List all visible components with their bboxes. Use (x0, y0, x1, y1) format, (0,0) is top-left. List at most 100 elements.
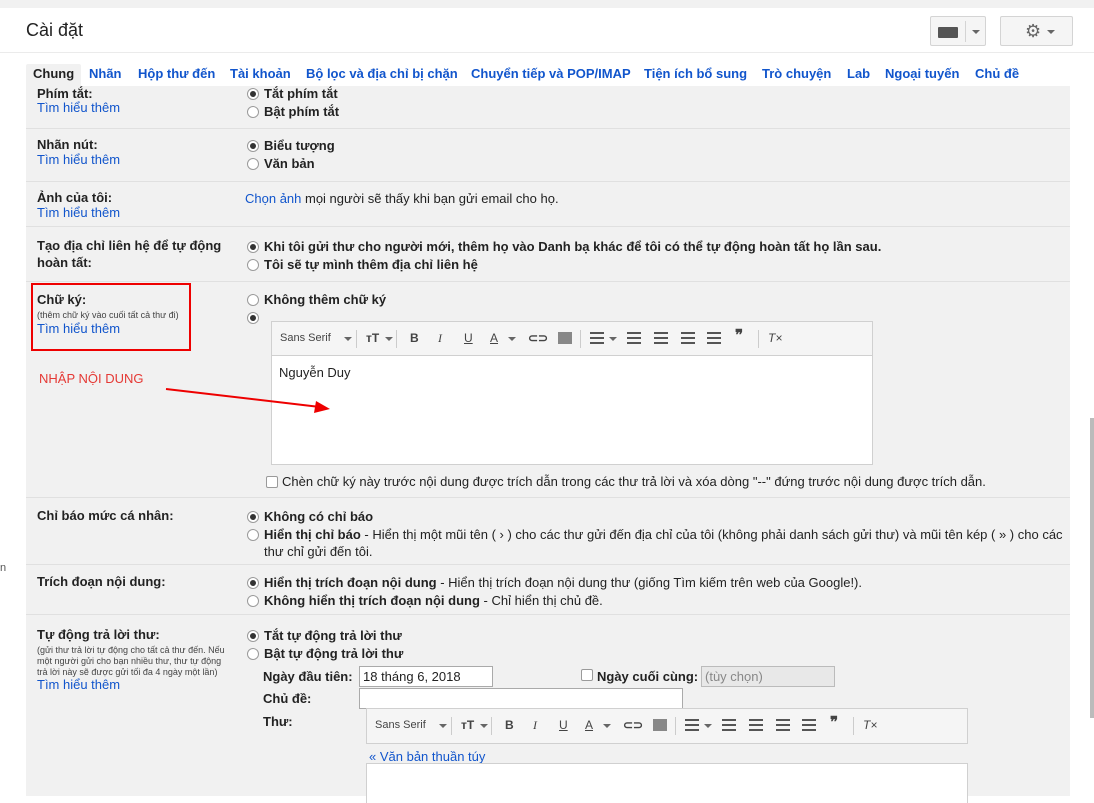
radio-vacation-on[interactable] (247, 648, 259, 660)
learn-more-link[interactable]: Tìm hiểu thêm (37, 152, 120, 167)
bulleted-list-icon[interactable] (654, 332, 668, 344)
show-indicators-description-2: thư chỉ gửi đến tôi. (264, 544, 373, 559)
choose-picture-link[interactable]: Chọn ảnh (245, 191, 301, 206)
last-day-input[interactable]: (tùy chọn) (701, 666, 835, 687)
hide-snippets-description: - Chỉ hiển thị chủ đề. (479, 593, 603, 608)
radio-hide-snippets[interactable] (247, 595, 259, 607)
text-color-icon[interactable]: A (585, 717, 593, 733)
autocontacts-off-label: Tôi sẽ tự mình thêm địa chỉ liên hệ (264, 257, 478, 272)
vacation-note-1: (gửi thư trả lời tự động cho tất cả thư … (37, 645, 225, 655)
gear-icon: ⚙ (1025, 21, 1042, 41)
my-picture-label: Ảnh của tôi: (37, 190, 113, 205)
vacation-label: Tự động trả lời thư: (37, 627, 160, 642)
learn-more-link[interactable]: Tìm hiểu thêm (37, 205, 120, 220)
shortcuts-label: Phím tắt: (37, 86, 93, 101)
font-select[interactable]: Sans Serif (375, 717, 426, 733)
tab-filters[interactable]: Bộ lọc và địa chỉ bị chặn (306, 64, 458, 86)
indent-less-icon[interactable] (776, 719, 790, 731)
font-select[interactable]: Sans Serif (280, 330, 331, 346)
bold-icon[interactable]: B (410, 330, 419, 346)
tab-offline[interactable]: Ngoại tuyến (885, 64, 959, 86)
no-signature-label: Không thêm chữ ký (264, 292, 387, 307)
vacation-message-editor[interactable] (366, 763, 968, 803)
font-size-icon[interactable]: тT (461, 717, 474, 733)
settings-panel: Phím tắt: Tìm hiểu thêm Tắt phím tắt Bật… (26, 86, 1070, 803)
radio-signature[interactable] (247, 312, 259, 324)
tab-themes[interactable]: Chủ đề (975, 64, 1019, 86)
radio-no-indicators[interactable] (247, 511, 259, 523)
quote-icon[interactable]: ❞ (735, 328, 743, 344)
last-day-label: Ngày cuối cùng: (597, 669, 699, 684)
chevron-down-icon (972, 30, 980, 34)
tab-forwarding[interactable]: Chuyển tiếp và POP/IMAP (471, 64, 631, 86)
radio-icons[interactable] (247, 140, 259, 152)
tab-general[interactable]: Chung (26, 64, 82, 86)
tab-labs[interactable]: Lab (847, 64, 870, 86)
indent-more-icon[interactable] (802, 719, 816, 731)
link-icon[interactable]: ⊂⊃ (528, 330, 548, 346)
underline-icon[interactable]: U (464, 330, 473, 346)
keyboard-icon (938, 27, 958, 38)
chevron-down-icon (609, 337, 617, 341)
message-label: Thư: (263, 714, 293, 729)
italic-icon[interactable]: I (438, 330, 442, 346)
vacation-on-label: Bật tự động trả lời thư (264, 646, 404, 661)
image-icon[interactable] (558, 332, 572, 344)
chevron-down-icon (704, 724, 712, 728)
tab-chat[interactable]: Trò chuyện (762, 64, 831, 86)
learn-more-link[interactable]: Tìm hiểu thêm (37, 677, 120, 692)
numbered-list-icon[interactable] (627, 332, 641, 344)
italic-icon[interactable]: I (533, 717, 537, 733)
align-icon[interactable] (590, 332, 604, 344)
chevron-down-icon (385, 337, 393, 341)
quote-icon[interactable]: ❞ (830, 715, 838, 731)
signature-content: Nguyễn Duy (279, 365, 351, 380)
underline-icon[interactable]: U (559, 717, 568, 733)
tab-addons[interactable]: Tiện ích bổ sung (644, 64, 747, 86)
signature-editor[interactable]: Sans Serif тT B I U A ⊂⊃ ❞ T× Nguyễn Duy (271, 321, 873, 465)
text-color-icon[interactable]: A (490, 330, 498, 346)
left-edge-text: n (0, 562, 7, 574)
radio-text[interactable] (247, 158, 259, 170)
link-icon[interactable]: ⊂⊃ (623, 717, 643, 733)
scrollbar[interactable] (1090, 418, 1094, 718)
radio-no-signature[interactable] (247, 294, 259, 306)
remove-formatting-icon[interactable]: T× (863, 717, 877, 733)
align-icon[interactable] (685, 719, 699, 731)
signature-before-quote-checkbox[interactable] (266, 476, 278, 488)
radio-autocontacts-on[interactable] (247, 241, 259, 253)
row-autocontacts: Tạo địa chỉ liên hệ để tự động hoàn tất:… (26, 227, 1070, 282)
no-indicators-label: Không có chỉ báo (264, 509, 374, 524)
tab-accounts[interactable]: Tài khoản (230, 64, 291, 86)
input-tools-button[interactable] (930, 16, 986, 46)
tab-inbox[interactable]: Hộp thư đến (138, 64, 215, 86)
row-snippets: Trích đoạn nội dung: Hiển thị trích đoạn… (26, 565, 1070, 615)
remove-formatting-icon[interactable]: T× (768, 330, 782, 346)
row-personal-indicators: Chỉ báo mức cá nhân: Không có chỉ báo Hi… (26, 498, 1070, 565)
radio-show-snippets[interactable] (247, 577, 259, 589)
radio-autocontacts-off[interactable] (247, 259, 259, 271)
radio-shortcuts-off[interactable] (247, 88, 259, 100)
first-day-input[interactable]: 18 tháng 6, 2018 (359, 666, 493, 687)
bold-icon[interactable]: B (505, 717, 514, 733)
tab-labels[interactable]: Nhãn (89, 64, 122, 86)
show-indicators-description: - Hiển thị một mũi tên ( › ) cho các thư… (360, 527, 1063, 542)
indent-less-icon[interactable] (681, 332, 695, 344)
numbered-list-icon[interactable] (722, 719, 736, 731)
subject-input[interactable] (359, 688, 683, 709)
image-icon[interactable] (653, 719, 667, 731)
editor-toolbar: Sans Serif тT B I U A ⊂⊃ ❞ T× (272, 322, 872, 356)
bulleted-list-icon[interactable] (749, 719, 763, 731)
chevron-down-icon (508, 337, 516, 341)
indent-more-icon[interactable] (707, 332, 721, 344)
signature-before-quote-label: Chèn chữ ký này trước nội dung được tríc… (282, 474, 986, 489)
learn-more-link[interactable]: Tìm hiểu thêm (37, 100, 120, 115)
radio-show-indicators[interactable] (247, 529, 259, 541)
settings-button[interactable]: ⚙ (1000, 16, 1073, 46)
font-size-icon[interactable]: тT (366, 330, 379, 346)
chevron-down-icon (344, 337, 352, 341)
radio-shortcuts-on[interactable] (247, 106, 259, 118)
radio-vacation-off[interactable] (247, 630, 259, 642)
annotation-text: NHẬP NỘI DUNG (39, 371, 144, 386)
last-day-checkbox[interactable] (581, 669, 593, 681)
